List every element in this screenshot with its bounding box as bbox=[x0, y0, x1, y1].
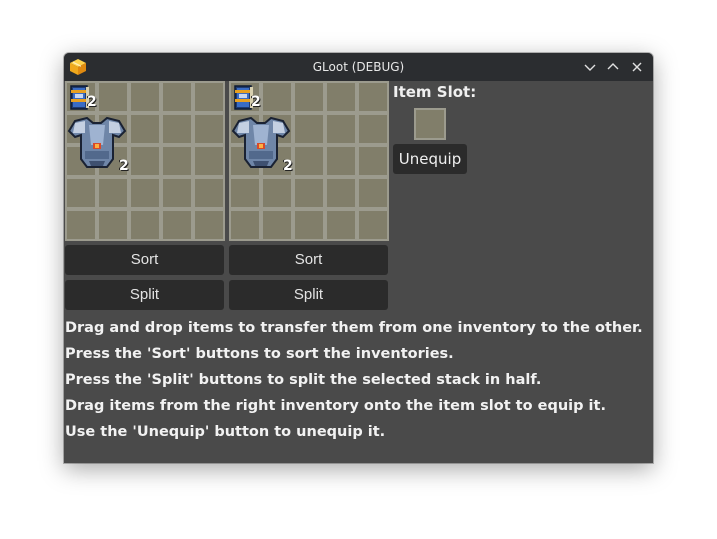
inventory-cell[interactable] bbox=[129, 113, 161, 145]
inventory-cell[interactable] bbox=[193, 177, 225, 209]
inventory-cell[interactable] bbox=[293, 81, 325, 113]
item-slot-label: Item Slot: bbox=[393, 83, 477, 101]
sort-button-right[interactable]: Sort bbox=[229, 245, 388, 275]
book-item[interactable]: 2 bbox=[67, 83, 97, 113]
inventory-cell[interactable] bbox=[129, 209, 161, 241]
inventory-grid-left[interactable]: 2 2 bbox=[65, 81, 225, 241]
inventory-cell[interactable] bbox=[261, 209, 293, 241]
inventory-cell[interactable] bbox=[97, 209, 129, 241]
inventory-cell[interactable] bbox=[293, 113, 325, 145]
inventory-cell[interactable] bbox=[129, 81, 161, 113]
minimize-icon[interactable] bbox=[583, 60, 597, 74]
inventory-cell[interactable] bbox=[357, 81, 389, 113]
inventory-cell[interactable] bbox=[261, 81, 293, 113]
inventory-cell[interactable] bbox=[161, 209, 193, 241]
inventory-cell[interactable] bbox=[293, 177, 325, 209]
maximize-icon[interactable] bbox=[606, 60, 620, 74]
instruction-line: Drag and drop items to transfer them fro… bbox=[65, 320, 643, 336]
split-button-left[interactable]: Split bbox=[65, 280, 224, 310]
inventory-cell[interactable] bbox=[325, 145, 357, 177]
instruction-line: Use the 'Unequip' button to unequip it. bbox=[65, 424, 386, 440]
inventory-cell[interactable] bbox=[65, 177, 97, 209]
unequip-button[interactable]: Unequip bbox=[393, 144, 467, 174]
sort-button-left[interactable]: Sort bbox=[65, 245, 224, 275]
close-icon[interactable] bbox=[630, 60, 644, 74]
inventory-cell[interactable] bbox=[97, 81, 129, 113]
inventory-cell[interactable] bbox=[293, 145, 325, 177]
inventory-cell[interactable] bbox=[293, 209, 325, 241]
instruction-line: Press the 'Split' buttons to split the s… bbox=[65, 372, 542, 388]
instruction-line: Press the 'Sort' buttons to sort the inv… bbox=[65, 346, 454, 362]
window-title: GLoot (DEBUG) bbox=[312, 60, 405, 74]
item-count: 2 bbox=[283, 158, 293, 174]
inventory-cell[interactable] bbox=[357, 177, 389, 209]
inventory-cell[interactable] bbox=[193, 209, 225, 241]
instruction-line: Drag items from the right inventory onto… bbox=[65, 398, 606, 414]
inventory-cell[interactable] bbox=[325, 81, 357, 113]
item-count: 2 bbox=[87, 94, 97, 110]
inventory-cell[interactable] bbox=[65, 209, 97, 241]
inventory-cell[interactable] bbox=[325, 209, 357, 241]
inventory-cell[interactable] bbox=[357, 145, 389, 177]
instructions: Drag and drop items to transfer them fro… bbox=[65, 315, 650, 445]
inventory-grid-right[interactable]: 2 2 bbox=[229, 81, 389, 241]
armor-icon bbox=[67, 116, 127, 168]
inventory-cell[interactable] bbox=[161, 113, 193, 145]
inventory-cell[interactable] bbox=[325, 113, 357, 145]
inventory-cell[interactable] bbox=[229, 209, 261, 241]
inventory-cell[interactable] bbox=[229, 177, 261, 209]
inventory-cell[interactable] bbox=[161, 177, 193, 209]
item-count: 2 bbox=[251, 94, 261, 110]
item-count: 2 bbox=[119, 158, 129, 174]
app-window: GLoot (DEBUG) 2 2 2 2 Item Slot: Unequip… bbox=[64, 53, 653, 463]
inventory-cell[interactable] bbox=[193, 113, 225, 145]
item-slot[interactable] bbox=[414, 108, 446, 140]
book-item[interactable]: 2 bbox=[231, 83, 261, 113]
inventory-cell[interactable] bbox=[357, 209, 389, 241]
armor-icon bbox=[231, 116, 291, 168]
inventory-cell[interactable] bbox=[161, 145, 193, 177]
inventory-cell[interactable] bbox=[97, 177, 129, 209]
inventory-cell[interactable] bbox=[161, 81, 193, 113]
inventory-cell[interactable] bbox=[357, 113, 389, 145]
inventory-cell[interactable] bbox=[261, 177, 293, 209]
armor-item[interactable]: 2 bbox=[231, 115, 293, 177]
split-button-right[interactable]: Split bbox=[229, 280, 388, 310]
inventory-cell[interactable] bbox=[129, 177, 161, 209]
inventory-cell[interactable] bbox=[129, 145, 161, 177]
inventory-cell[interactable] bbox=[325, 177, 357, 209]
armor-item[interactable]: 2 bbox=[67, 115, 129, 177]
inventory-cell[interactable] bbox=[193, 81, 225, 113]
inventory-cell[interactable] bbox=[193, 145, 225, 177]
title-bar[interactable]: GLoot (DEBUG) bbox=[64, 53, 653, 81]
